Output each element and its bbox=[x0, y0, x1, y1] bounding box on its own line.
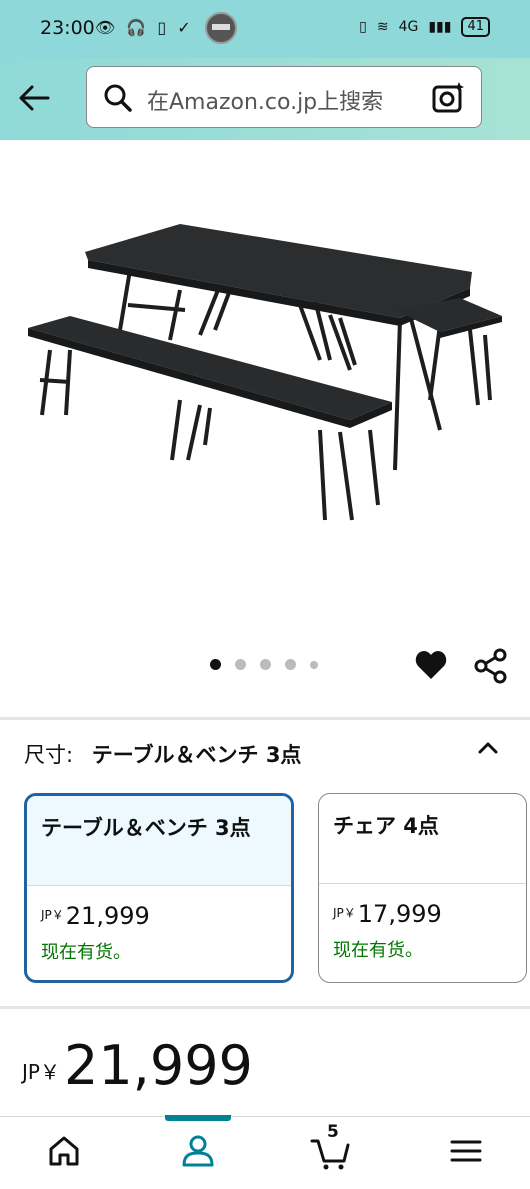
heart-icon[interactable] bbox=[414, 648, 448, 682]
option-name: チェア 4点 bbox=[319, 794, 526, 884]
network-label: 4G bbox=[398, 19, 419, 35]
wifi-icon: ≋ bbox=[376, 19, 389, 35]
carousel-dot[interactable] bbox=[285, 659, 296, 670]
option-price: JP￥17,999 bbox=[319, 884, 526, 928]
option-price-value: 21,999 bbox=[65, 902, 150, 930]
search-header: 在Amazon.co.jp上搜索 bbox=[0, 58, 530, 140]
search-input[interactable]: 在Amazon.co.jp上搜索 bbox=[86, 66, 482, 128]
price-currency: JP￥ bbox=[22, 1060, 60, 1084]
price-amount: 21,999 bbox=[63, 1034, 253, 1097]
back-arrow-icon[interactable] bbox=[14, 78, 54, 118]
product-image[interactable] bbox=[0, 140, 530, 650]
chevron-up-icon[interactable] bbox=[476, 736, 500, 760]
carousel-dot[interactable] bbox=[210, 659, 221, 670]
carousel-dots[interactable] bbox=[210, 659, 318, 670]
avatar bbox=[205, 12, 237, 44]
signal-icon: ▮▮▮ bbox=[428, 19, 452, 35]
bottom-navigation bbox=[0, 1115, 530, 1189]
divider bbox=[0, 1006, 530, 1009]
option-price-value: 17,999 bbox=[357, 900, 442, 928]
search-icon bbox=[104, 84, 132, 112]
size-selected-value: テーブル＆ベンチ 3点 bbox=[91, 743, 302, 767]
status-right: ▯ ≋ 4G ▮▮▮ 41 bbox=[359, 17, 490, 37]
account-icon[interactable] bbox=[178, 1131, 218, 1171]
menu-icon[interactable] bbox=[446, 1131, 486, 1171]
size-option-table-bench[interactable]: テーブル＆ベンチ 3点 JP￥21,999 现在有货。 bbox=[24, 793, 294, 983]
option-currency: JP￥ bbox=[333, 906, 356, 920]
option-name: テーブル＆ベンチ 3点 bbox=[27, 796, 291, 886]
product-price: JP￥21,999 bbox=[22, 1036, 253, 1096]
size-label: 尺寸: bbox=[24, 743, 74, 767]
camera-search-icon[interactable] bbox=[431, 81, 465, 115]
carousel-dot[interactable] bbox=[260, 659, 271, 670]
search-placeholder: 在Amazon.co.jp上搜索 bbox=[147, 90, 384, 115]
carousel-dot[interactable] bbox=[310, 660, 318, 669]
option-price: JP￥21,999 bbox=[27, 886, 291, 930]
size-selector-header[interactable]: 尺寸: テーブル＆ベンチ 3点 bbox=[24, 739, 301, 769]
option-stock-status: 现在有货。 bbox=[41, 942, 131, 963]
home-icon[interactable] bbox=[44, 1131, 84, 1171]
status-bar: 23:00 👁 🎧 ▯ ✓ ▯ ≋ 4G ▮▮▮ 41 bbox=[0, 0, 530, 58]
nav-active-indicator bbox=[165, 1115, 231, 1121]
size-option-chair[interactable]: チェア 4点 JP￥17,999 现在有货。 bbox=[318, 793, 527, 983]
status-time: 23:00 bbox=[40, 17, 95, 39]
battery-icon: 41 bbox=[461, 17, 490, 37]
vibrate-icon: ▯ bbox=[359, 19, 367, 35]
carousel-dot[interactable] bbox=[235, 659, 246, 670]
cart-count-badge: 5 bbox=[327, 1122, 339, 1142]
divider bbox=[0, 717, 530, 720]
notification-icons: 👁 🎧 ▯ ✓ bbox=[95, 18, 194, 37]
option-stock-status: 现在有货。 bbox=[333, 940, 423, 961]
share-icon[interactable] bbox=[474, 648, 508, 684]
option-currency: JP￥ bbox=[41, 908, 64, 922]
